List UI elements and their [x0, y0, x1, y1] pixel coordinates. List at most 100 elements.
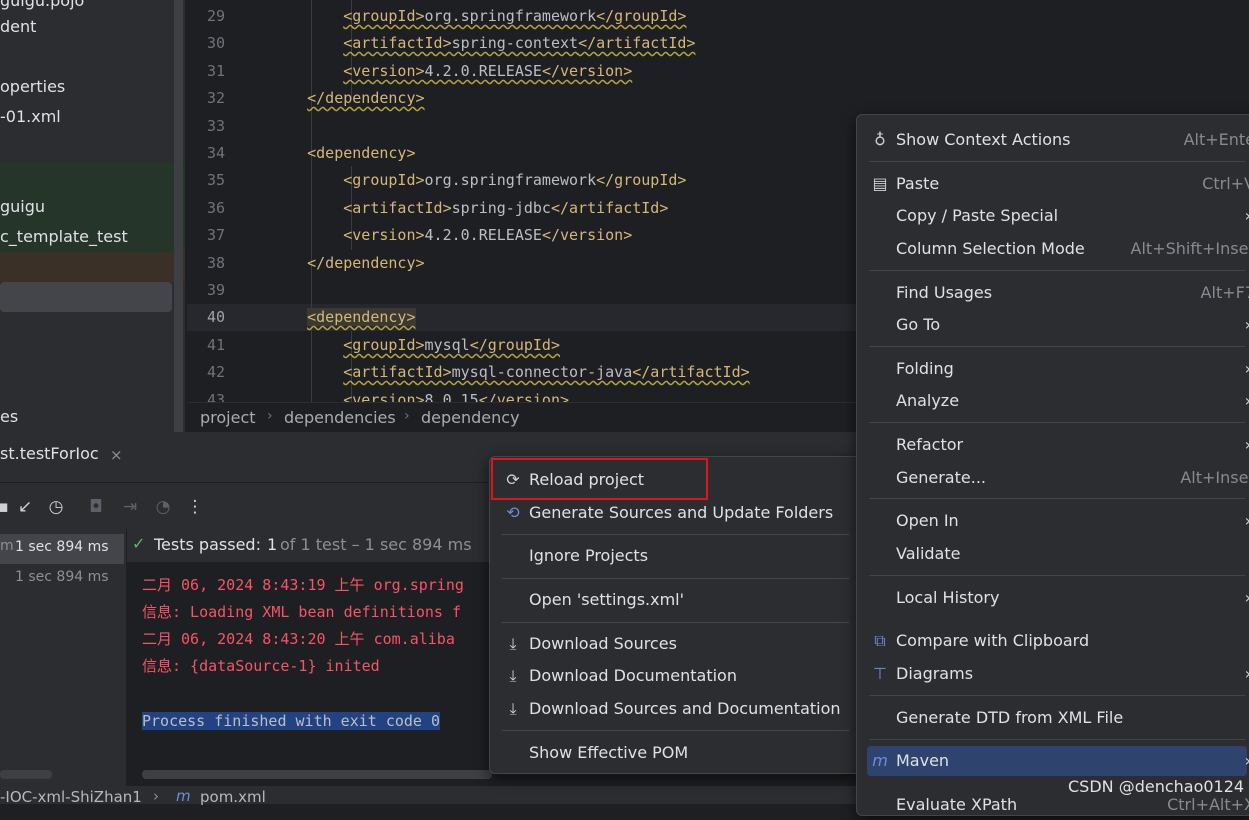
line-number: 40	[206, 308, 225, 326]
menu-item-download-documentation[interactable]: ⤓ Download Documentation	[500, 661, 851, 691]
line-number: 36	[206, 199, 225, 217]
import-tests-icon[interactable]: ↙	[14, 496, 36, 518]
tree-selected-row[interactable]	[0, 282, 172, 312]
menu-item-validate[interactable]: Validate	[867, 539, 1247, 569]
test-duration: 1 sec 894 ms	[15, 569, 109, 585]
maven-file-icon: m	[176, 787, 191, 805]
menu-item-maven[interactable]: mMaven›	[867, 746, 1249, 776]
menu-separator	[869, 270, 1245, 271]
bulb-icon: ♁	[874, 130, 886, 149]
menu-item-download-sources-and-docs[interactable]: ⤓ Download Sources and Documentation	[500, 694, 851, 724]
status-bar: -IOC-xml-ShiZhan1 › m pom.xml	[0, 786, 860, 806]
menu-separator	[502, 730, 849, 731]
code-line: <version>4.2.0.RELEASE</version>	[343, 226, 633, 244]
run-tab-label[interactable]: st.testForIoc	[0, 444, 99, 463]
chevron-right-icon: ›	[404, 408, 410, 424]
breadcrumb-item[interactable]: dependencies	[284, 408, 396, 427]
code-line: <artifactId>spring-jdbc</artifactId>	[343, 199, 669, 217]
line-number: 34	[206, 144, 225, 162]
tree-item[interactable]: c_template_test	[0, 222, 185, 252]
maven-icon: m	[872, 751, 888, 770]
menu-item-analyze[interactable]: Analyze›	[867, 386, 1249, 416]
line-number: 31	[206, 62, 225, 80]
camera-icon[interactable]: ◘	[85, 496, 107, 518]
annotation-highlight-box	[491, 458, 708, 500]
tree-item[interactable]: guigu	[0, 192, 185, 222]
chevron-right-icon: ›	[1245, 386, 1249, 416]
line-number: 39	[206, 281, 225, 299]
more-options-icon[interactable]: ⋮	[184, 496, 206, 518]
menu-item-open-in[interactable]: Open In›	[867, 506, 1249, 536]
tests-passed-label: Tests passed:	[154, 535, 261, 554]
code-line: <groupId>org.springframework</groupId>	[343, 171, 687, 189]
console-line: 二月 06, 2024 8:43:20 上午 com.aliba	[142, 630, 455, 648]
chevron-right-icon: ›	[1245, 746, 1249, 776]
watermark-text: CSDN @denchao0124	[1068, 777, 1245, 796]
line-number: 42	[206, 363, 225, 381]
menu-item-show-context-actions[interactable]: ♁ Show Context Actions Alt+Ente	[867, 125, 1249, 155]
menu-item-column-selection-mode[interactable]: Column Selection Mode Alt+Shift+Inser	[867, 234, 1249, 264]
menu-separator	[502, 622, 849, 623]
menu-item-diagrams[interactable]: ⊤Diagrams›	[867, 659, 1249, 689]
run-toolbar-icon[interactable]: ▪	[0, 496, 14, 518]
code-line: <artifactId>spring-context</artifactId>	[343, 34, 696, 52]
tree-item[interactable]: es	[0, 402, 185, 432]
line-number: 33	[206, 117, 225, 135]
menu-item-open-settings[interactable]: Open 'settings.xml'	[500, 585, 851, 615]
menu-item-download-sources[interactable]: ⤓ Download Sources	[500, 629, 851, 659]
tree-scrollbar[interactable]	[174, 0, 183, 432]
menu-item-show-effective-pom[interactable]: Show Effective POM	[500, 738, 851, 768]
menu-separator	[869, 161, 1245, 162]
menu-item-paste[interactable]: ▤PasteCtrl+V	[867, 169, 1249, 199]
menu-item-generate-sources[interactable]: ⟲ Generate Sources and Update Folders	[500, 498, 851, 528]
menu-item-folding[interactable]: Folding›	[867, 354, 1249, 384]
tree-item[interactable]: -01.xml	[0, 102, 185, 132]
breadcrumb-item[interactable]: dependency	[421, 408, 520, 427]
test-node-icon: m	[0, 538, 14, 554]
history-icon[interactable]: ◷	[45, 496, 67, 518]
test-tree-scrollbar[interactable]	[0, 770, 52, 779]
line-number: 38	[206, 254, 225, 272]
tree-item[interactable]: dent	[0, 12, 185, 42]
status-file[interactable]: pom.xml	[200, 788, 266, 806]
menu-item-local-history[interactable]: Local History›	[867, 583, 1249, 613]
menu-item-refactor[interactable]: Refactor›	[867, 430, 1249, 460]
export-icon[interactable]: ⇥	[119, 496, 141, 518]
line-number: 32	[206, 89, 225, 107]
line-number: 37	[206, 226, 225, 244]
code-line: <dependency>	[307, 308, 416, 326]
generate-folder-icon: ⟲	[506, 503, 520, 522]
code-line: <groupId>org.springframework</groupId>	[343, 7, 687, 25]
menu-separator	[502, 578, 849, 579]
chevron-right-icon: ›	[1245, 201, 1249, 231]
menu-item-go-to[interactable]: Go To›	[867, 310, 1249, 340]
close-icon[interactable]: ×	[110, 446, 123, 464]
console-scrollbar[interactable]	[142, 770, 492, 779]
menu-item-generate-dtd[interactable]: Generate DTD from XML File	[867, 703, 1247, 733]
menu-item-copy-paste-special[interactable]: Copy / Paste Special›	[867, 201, 1249, 231]
menu-item-find-usages[interactable]: Find UsagesAlt+F7	[867, 278, 1249, 308]
line-number: 30	[206, 34, 225, 52]
menu-item-ignore-projects[interactable]: Ignore Projects	[500, 541, 851, 571]
line-number: 43	[206, 391, 225, 402]
tree-item[interactable]: operties	[0, 72, 185, 102]
line-number: 41	[206, 336, 225, 354]
code-editor[interactable]: 29 <groupId>org.springframework</groupId…	[187, 0, 856, 402]
code-line: </dependency>	[307, 254, 425, 272]
status-project[interactable]: -IOC-xml-ShiZhan1	[0, 788, 142, 806]
chevron-right-icon: ›	[1245, 354, 1249, 384]
gauge-icon[interactable]: ◔	[152, 496, 174, 518]
breadcrumb-item[interactable]: project	[200, 408, 256, 427]
menu-separator	[869, 422, 1245, 423]
test-duration: 1 sec 894 ms	[15, 539, 109, 555]
code-line: </dependency>	[307, 89, 425, 107]
project-tree: guigu.pojo dent operties -01.xml guigu c…	[0, 0, 185, 432]
menu-item-generate[interactable]: Generate... Alt+Inser	[867, 463, 1249, 493]
download-icon: ⤓	[509, 634, 517, 653]
line-number: 35	[206, 171, 225, 189]
menu-item-compare-with-clipboard[interactable]: ⧉ Compare with Clipboard	[867, 626, 1247, 656]
download-icon: ⤓	[509, 699, 517, 718]
paste-icon: ▤	[872, 174, 888, 193]
console-line: 信息: Loading XML bean definitions f	[142, 603, 461, 621]
editor-context-menu: ♁ Show Context Actions Alt+Ente ▤ Paste Ctrl…	[856, 114, 1249, 816]
